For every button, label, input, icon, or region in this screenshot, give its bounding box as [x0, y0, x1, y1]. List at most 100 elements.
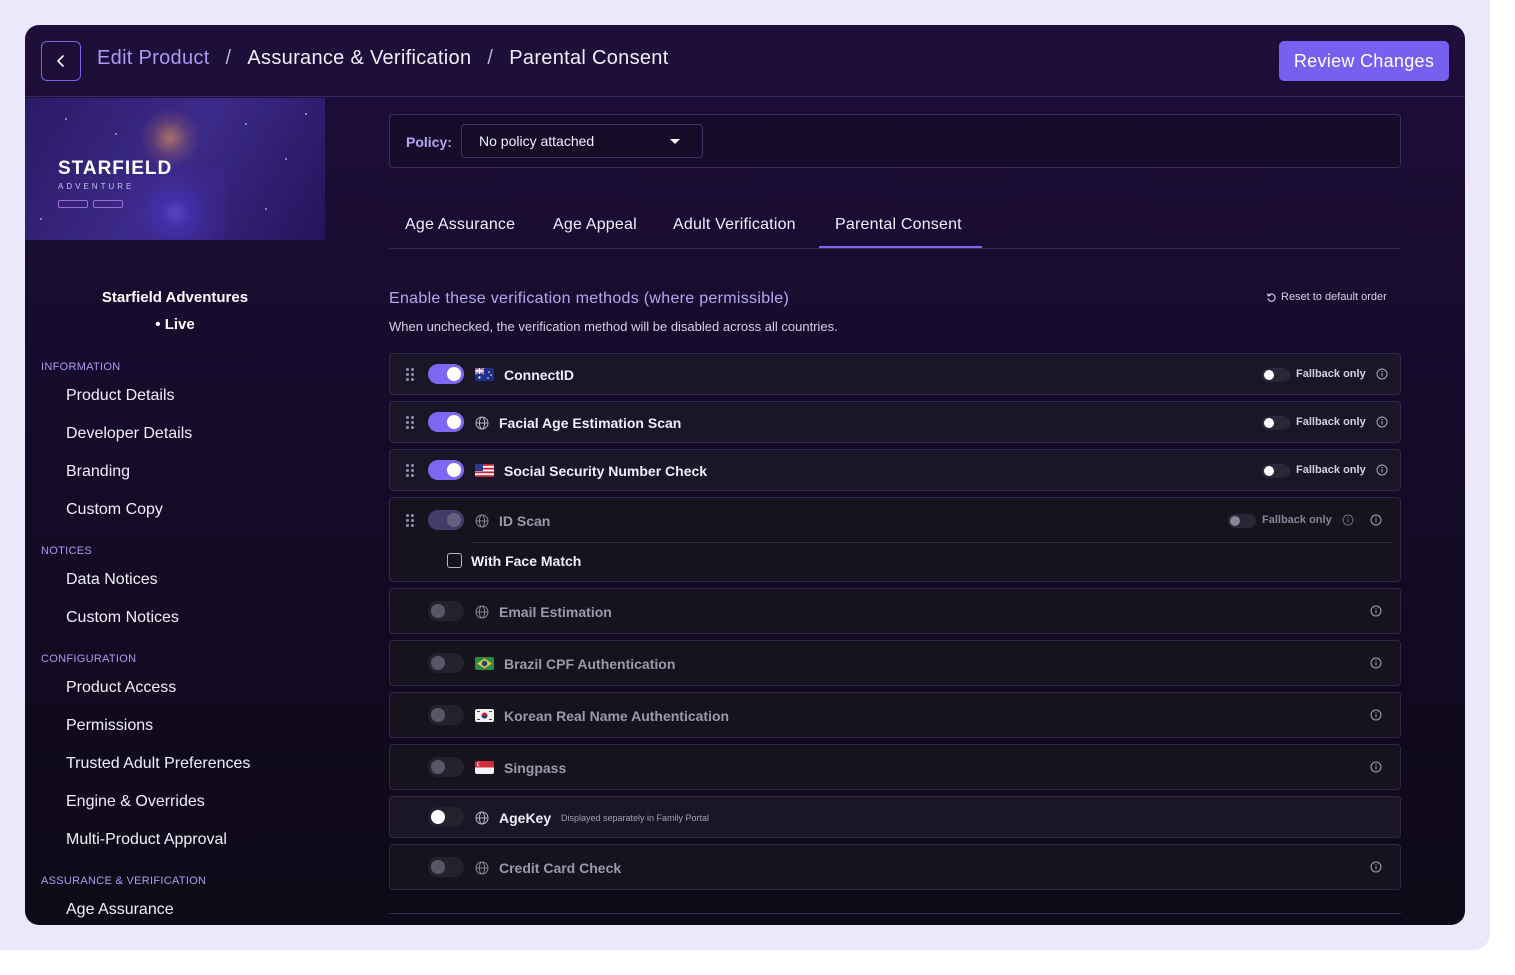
info-icon[interactable]	[1370, 514, 1382, 526]
sidebar-item-developer-details[interactable]: Developer Details	[66, 425, 192, 443]
breadcrumb-edit-product[interactable]: Edit Product	[97, 47, 210, 70]
drag-handle-icon[interactable]	[405, 514, 415, 528]
breadcrumb-assurance-verification[interactable]: Assurance & Verification	[247, 47, 471, 70]
enable-toggle-agekey[interactable]	[428, 807, 464, 827]
reset-label: Reset to default order	[1281, 291, 1387, 303]
method-label: Facial Age Estimation Scan	[499, 415, 682, 431]
info-icon[interactable]	[1370, 709, 1382, 721]
fallback-toggle-ssn-check[interactable]	[1262, 464, 1290, 478]
tab-parental-consent[interactable]: Parental Consent	[835, 216, 962, 234]
enable-toggle-brazil-cpf[interactable]	[428, 653, 464, 673]
enable-toggle-email-estimation[interactable]	[428, 601, 464, 621]
enable-toggle-korean-real-name[interactable]	[428, 705, 464, 725]
enable-toggle-connectid[interactable]	[428, 364, 464, 384]
policy-label: Policy:	[406, 134, 452, 150]
back-button[interactable]	[41, 41, 81, 81]
enable-toggle-singpass[interactable]	[428, 757, 464, 777]
sidebar-item-multi-product-approval[interactable]: Multi-Product Approval	[66, 831, 227, 849]
sidebar-item-product-access[interactable]: Product Access	[66, 679, 176, 697]
sidebar-item-trusted-adult-preferences[interactable]: Trusted Adult Preferences	[66, 755, 250, 773]
globe-icon	[475, 416, 489, 430]
method-row-brazil-cpf: Brazil CPF Authentication	[389, 640, 1401, 686]
sidebar-item-branding[interactable]: Branding	[66, 463, 130, 481]
method-label: AgeKey	[499, 810, 552, 826]
usa-flag-icon	[475, 464, 494, 477]
australia-flag-icon	[475, 368, 494, 381]
method-label: Email Estimation	[499, 604, 612, 620]
review-changes-button[interactable]: Review Changes	[1279, 41, 1449, 81]
section-label-configuration: CONFIGURATION	[41, 653, 137, 665]
sidebar-item-data-notices[interactable]: Data Notices	[66, 571, 158, 589]
sidebar-item-custom-notices[interactable]: Custom Notices	[66, 609, 179, 627]
sidebar-item-age-assurance[interactable]: Age Assurance	[66, 901, 174, 919]
fallback-toggle-facial-age-estimation[interactable]	[1262, 416, 1290, 430]
info-icon[interactable]	[1342, 514, 1354, 526]
method-row-id-scan: ID Scan Fallback only With Face Match	[389, 497, 1401, 582]
singapore-flag-icon	[475, 761, 494, 774]
breadcrumb-parental-consent: Parental Consent	[509, 47, 669, 69]
enable-toggle-id-scan[interactable]	[428, 510, 464, 530]
reset-default-order-button[interactable]: Reset to default order	[1266, 291, 1387, 303]
methods-title: Enable these verification methods (where…	[389, 290, 790, 307]
active-tab-indicator	[819, 246, 982, 248]
drag-handle-icon[interactable]	[405, 416, 415, 430]
chevron-left-icon	[57, 55, 64, 67]
method-label: ID Scan	[499, 513, 551, 529]
face-match-checkbox[interactable]	[447, 553, 462, 568]
tab-adult-verification[interactable]: Adult Verification	[673, 216, 796, 234]
drag-handle-icon[interactable]	[405, 368, 415, 382]
banner-subtitle: ADVENTURE	[58, 182, 135, 191]
breadcrumb-separator: /	[487, 47, 494, 69]
method-row-ssn-check: Social Security Number Check Fallback on…	[389, 449, 1401, 491]
method-row-facial-age-estimation: Facial Age Estimation Scan Fallback only	[389, 401, 1401, 443]
enable-toggle-credit-card-check[interactable]	[428, 857, 464, 877]
tab-age-appeal[interactable]: Age Appeal	[553, 216, 637, 234]
method-row-singpass: Singpass	[389, 744, 1401, 790]
method-row-credit-card-check: Credit Card Check	[389, 844, 1401, 890]
sidebar-item-custom-copy[interactable]: Custom Copy	[66, 501, 163, 519]
sidebar-item-engine-overrides[interactable]: Engine & Overrides	[66, 793, 205, 811]
fallback-label: Fallback only	[1262, 514, 1332, 526]
breadcrumb-separator: /	[225, 47, 232, 69]
info-icon[interactable]	[1376, 368, 1388, 380]
tab-bar: Age Assurance Age Appeal Adult Verificat…	[389, 208, 1401, 249]
banner-chip	[58, 200, 88, 208]
fallback-toggle-connectid[interactable]	[1262, 368, 1290, 382]
brazil-flag-icon	[475, 657, 494, 670]
tab-age-assurance[interactable]: Age Assurance	[405, 216, 515, 234]
agekey-note: Displayed separately in Family Portal	[561, 813, 710, 823]
info-icon[interactable]	[1370, 657, 1382, 669]
policy-select[interactable]: No policy attached	[461, 124, 703, 158]
drag-handle-icon[interactable]	[405, 464, 415, 478]
section-label-notices: NOTICES	[41, 545, 92, 557]
info-icon[interactable]	[1376, 416, 1388, 428]
section-label-assurance-verification: ASSURANCE & VERIFICATION	[41, 875, 207, 887]
globe-icon	[475, 605, 489, 619]
info-icon[interactable]	[1370, 861, 1382, 873]
sidebar-item-product-details[interactable]: Product Details	[66, 387, 175, 405]
reset-icon	[1266, 292, 1276, 302]
method-label: Social Security Number Check	[504, 463, 708, 479]
info-icon[interactable]	[1370, 605, 1382, 617]
info-icon[interactable]	[1376, 464, 1388, 476]
method-label: Singpass	[504, 760, 567, 776]
method-label: Credit Card Check	[499, 860, 622, 876]
enable-toggle-facial-age-estimation[interactable]	[428, 412, 464, 432]
sidebar-item-permissions[interactable]: Permissions	[66, 717, 153, 735]
product-banner: STARFIELD ADVENTURE	[25, 98, 325, 240]
info-icon[interactable]	[1370, 761, 1382, 773]
methods-description: When unchecked, the verification method …	[389, 319, 838, 334]
method-label: Brazil CPF Authentication	[504, 656, 676, 672]
policy-panel: Policy: No policy attached	[389, 114, 1401, 168]
fallback-toggle-id-scan[interactable]	[1228, 514, 1256, 528]
globe-icon	[475, 811, 489, 825]
face-match-label: With Face Match	[471, 553, 582, 569]
row-divider	[472, 542, 1392, 543]
method-row-connectid: ConnectID Fallback only	[389, 353, 1401, 395]
fallback-label: Fallback only	[1296, 464, 1366, 476]
enable-toggle-ssn-check[interactable]	[428, 460, 464, 480]
status-badge: • Live	[155, 316, 195, 333]
method-label: ConnectID	[504, 367, 574, 383]
page-frame: Edit Product / Assurance & Verification …	[0, 0, 1490, 950]
globe-icon	[475, 861, 489, 875]
